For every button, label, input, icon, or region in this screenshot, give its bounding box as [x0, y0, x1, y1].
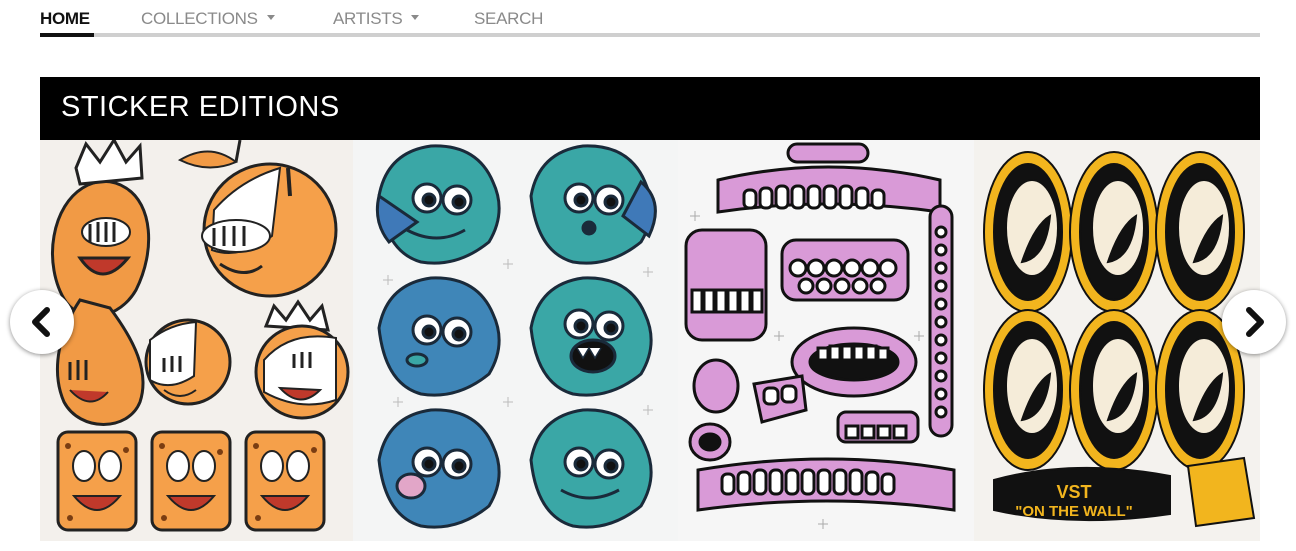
nav-item-label: SEARCH	[474, 9, 544, 28]
chevron-left-icon	[32, 307, 50, 337]
nav-item-label: ARTISTS	[333, 9, 403, 28]
carousel-slide-eyes[interactable]: VST "ON THE WALL"	[974, 140, 1260, 541]
teeth-stickers-image	[684, 142, 956, 529]
section-title: STICKER EDITIONS	[61, 91, 340, 123]
sticker-text-on-the-wall: "ON THE WALL"	[1015, 503, 1133, 520]
creature-stickers-image	[375, 144, 657, 529]
carousel-track: VST "ON THE WALL"	[40, 140, 1260, 541]
section-banner: STICKER EDITIONS	[40, 77, 1260, 140]
nav-item-label: HOME	[40, 9, 90, 28]
nav-active-indicator	[40, 33, 94, 37]
nav-item-home[interactable]: HOME	[40, 9, 90, 29]
carousel-next-button[interactable]	[1222, 290, 1286, 354]
nav-item-collections[interactable]: COLLECTIONS	[141, 9, 275, 29]
carousel-slide-teeth[interactable]	[678, 140, 974, 541]
sticker-text-vst: VST	[1056, 482, 1091, 502]
nav-item-label: COLLECTIONS	[141, 9, 258, 28]
sticker-editions-panel: STICKER EDITIONS VST "ON THE WALL"	[40, 77, 1260, 541]
nav-item-artists[interactable]: ARTISTS	[333, 9, 420, 29]
main-nav: HOME COLLECTIONS ARTISTS SEARCH	[40, 0, 1260, 40]
caret-down-icon	[411, 15, 420, 21]
carousel-slide-fruit[interactable]	[40, 140, 353, 541]
carousel-slide-creatures[interactable]	[353, 140, 678, 541]
nav-item-search[interactable]: SEARCH	[474, 9, 543, 29]
carousel-prev-button[interactable]	[10, 290, 74, 354]
caret-down-icon	[266, 15, 275, 21]
fruit-stickers-image	[51, 140, 350, 532]
nav-divider	[40, 33, 1260, 37]
chevron-right-icon	[1246, 307, 1264, 337]
eyes-stickers-image: VST "ON THE WALL"	[983, 151, 1256, 528]
